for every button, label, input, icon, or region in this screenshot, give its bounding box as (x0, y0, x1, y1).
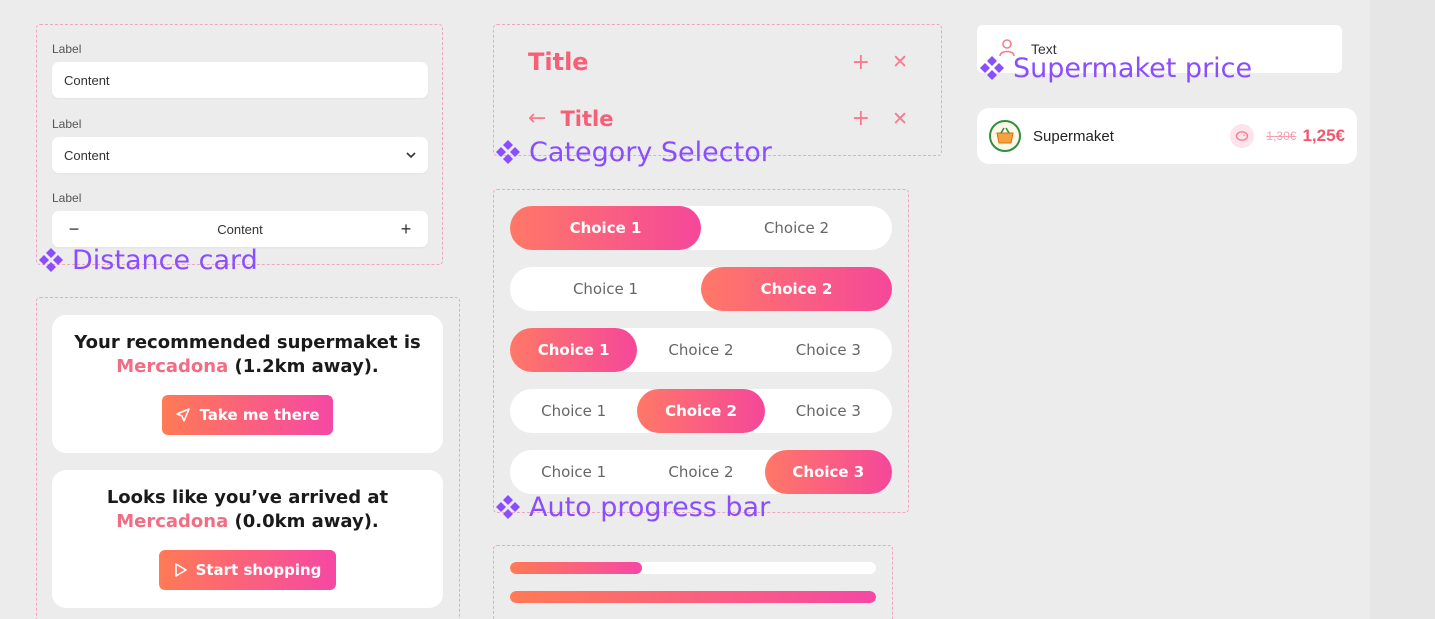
store-distance: (1.2km away). (228, 356, 379, 377)
new-price: 1,25€ (1302, 126, 1345, 145)
category-selector: Choice 1 Choice 2 Choice 3 (510, 450, 892, 494)
category-selector-component-label: Category Selector (493, 137, 772, 167)
choice-option[interactable]: Choice 2 (637, 389, 765, 433)
category-selector: Choice 1 Choice 2 Choice 3 (510, 389, 892, 433)
take-me-there-label: Take me there (199, 406, 320, 424)
choice-option[interactable]: Choice 3 (765, 328, 892, 372)
component-icon (496, 495, 520, 519)
component-icon (496, 140, 520, 164)
category-selector-label-text: Category Selector (529, 136, 772, 168)
supermarket-price-card[interactable]: Supermaket 1,30€ 1,25€ (977, 108, 1357, 164)
text-field-value: Content (64, 72, 110, 88)
choice-option[interactable]: Choice 1 (510, 389, 637, 433)
choice-option[interactable]: Choice 1 (510, 267, 701, 311)
title-header-1: Title + ✕ (528, 48, 908, 76)
supermarket-price-label-text: Supermaket price (1013, 52, 1253, 84)
quantity-stepper[interactable]: − Content + (52, 211, 428, 247)
back-arrow-icon[interactable]: ← (528, 106, 546, 131)
take-me-there-button[interactable]: Take me there (162, 395, 333, 435)
component-icon (980, 56, 1004, 80)
chevron-down-icon (406, 148, 416, 162)
navigation-arrow-icon (176, 408, 191, 422)
progress-bar-frame (493, 545, 893, 619)
stepper-value: Content (217, 221, 263, 237)
arrived-card: Looks like you’ve arrived at Mercadona (… (52, 470, 443, 608)
header-title: Title (560, 106, 614, 131)
category-selector: Choice 1 Choice 2 (510, 267, 892, 311)
choice-option[interactable]: Choice 2 (637, 328, 764, 372)
add-icon[interactable]: + (852, 50, 870, 75)
arrived-line1: Looks like you’ve arrived at (106, 487, 389, 508)
minus-icon[interactable]: − (64, 219, 84, 240)
basket-logo-icon (989, 120, 1021, 152)
progress-fill (510, 562, 642, 574)
store-name: Supermaket (1033, 127, 1114, 145)
store-name-link[interactable]: Mercadona (116, 511, 228, 532)
auto-progress-bar-label-text: Auto progress bar (529, 491, 771, 523)
select-field-value: Content (64, 147, 110, 163)
progress-bar (510, 591, 876, 603)
distance-card-component-label: Distance card (36, 245, 258, 275)
title-header-2: ← Title + ✕ (528, 106, 908, 131)
text-field-label: Label (52, 42, 82, 56)
stepper-field-label: Label (52, 191, 82, 205)
auto-progress-bar-component-label: Auto progress bar (493, 492, 770, 522)
progress-bar (510, 562, 876, 574)
start-shopping-button[interactable]: Start shopping (159, 550, 336, 590)
choice-option[interactable]: Choice 1 (510, 450, 637, 494)
progress-fill (510, 591, 876, 603)
choice-option[interactable]: Choice 1 (510, 328, 638, 372)
choice-option[interactable]: Choice 1 (510, 206, 701, 250)
recommended-line1: Your recommended supermaket is (74, 332, 421, 353)
arrived-line2: Mercadona (0.0km away). (52, 510, 443, 534)
text-field[interactable]: Content (52, 62, 428, 98)
recommended-card: Your recommended supermaket is Mercadona… (52, 315, 443, 453)
recommended-line2: Mercadona (1.2km away). (52, 355, 443, 379)
start-shopping-label: Start shopping (195, 561, 322, 579)
add-icon[interactable]: + (852, 106, 870, 131)
piggy-bank-icon (1230, 124, 1255, 148)
category-selector: Choice 1 Choice 2 (510, 206, 892, 250)
select-field-label: Label (52, 117, 82, 131)
plus-icon[interactable]: + (396, 219, 416, 240)
store-name-link[interactable]: Mercadona (116, 356, 228, 377)
close-icon[interactable]: ✕ (892, 108, 908, 130)
choice-option[interactable]: Choice 2 (701, 206, 892, 250)
component-icon (39, 248, 63, 272)
select-field[interactable]: Content (52, 137, 428, 173)
choice-option[interactable]: Choice 2 (637, 450, 764, 494)
close-icon[interactable]: ✕ (892, 51, 908, 73)
supermarket-price-component-label: Supermaket price (977, 53, 1252, 83)
choice-option[interactable]: Choice 3 (764, 450, 892, 494)
old-price: 1,30€ (1266, 129, 1297, 143)
choice-option[interactable]: Choice 3 (765, 389, 892, 433)
choice-option[interactable]: Choice 2 (701, 267, 892, 311)
distance-card-label-text: Distance card (72, 244, 258, 276)
category-selector: Choice 1 Choice 2 Choice 3 (510, 328, 892, 372)
header-title: Title (528, 48, 589, 76)
store-distance: (0.0km away). (228, 511, 379, 532)
canvas-edge (1370, 0, 1435, 619)
play-icon (174, 563, 187, 577)
